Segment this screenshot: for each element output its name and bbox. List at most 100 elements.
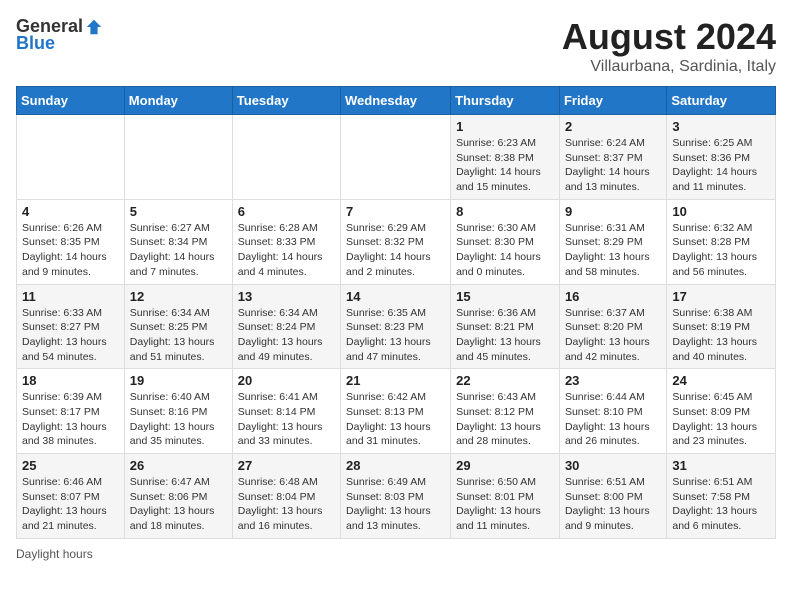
day-info: Sunrise: 6:34 AM Sunset: 8:24 PM Dayligh…	[238, 306, 335, 365]
calendar-cell: 27Sunrise: 6:48 AM Sunset: 8:04 PM Dayli…	[232, 454, 340, 539]
calendar-cell: 22Sunrise: 6:43 AM Sunset: 8:12 PM Dayli…	[451, 369, 560, 454]
day-info: Sunrise: 6:41 AM Sunset: 8:14 PM Dayligh…	[238, 390, 335, 449]
day-info: Sunrise: 6:23 AM Sunset: 8:38 PM Dayligh…	[456, 136, 554, 195]
day-info: Sunrise: 6:40 AM Sunset: 8:16 PM Dayligh…	[130, 390, 227, 449]
calendar-week-row: 1 Sunrise: 6:23 AM Sunset: 8:38 PM Daylig…	[17, 115, 776, 200]
day-info: Sunrise: 6:51 AM Sunset: 8:00 PM Dayligh…	[565, 475, 661, 534]
day-info: Sunrise: 6:28 AM Sunset: 8:33 PM Dayligh…	[238, 221, 335, 280]
day-number: 20	[238, 373, 335, 388]
calendar-cell: 4 Sunrise: 6:26 AM Sunset: 8:35 PM Daylig…	[17, 199, 125, 284]
day-info: Sunrise: 6:25 AM Sunset: 8:36 PM Dayligh…	[672, 136, 770, 195]
logo: General Blue	[16, 16, 103, 54]
day-info: Sunrise: 6:39 AM Sunset: 8:17 PM Dayligh…	[22, 390, 119, 449]
calendar-week-row: 4 Sunrise: 6:26 AM Sunset: 8:35 PM Daylig…	[17, 199, 776, 284]
calendar-week-row: 25Sunrise: 6:46 AM Sunset: 8:07 PM Dayli…	[17, 454, 776, 539]
title-block: August 2024 Villaurbana, Sardinia, Italy	[562, 16, 776, 76]
day-number: 3	[672, 119, 770, 134]
calendar-week-row: 11 Sunrise: 6:33 AM Sunset: 8:27 PM Dayli…	[17, 284, 776, 369]
logo-icon	[85, 18, 103, 36]
day-info: Sunrise: 6:38 AM Sunset: 8:19 PM Dayligh…	[672, 306, 770, 365]
day-of-week-header: Thursday	[451, 87, 560, 115]
day-info: Sunrise: 6:49 AM Sunset: 8:03 PM Dayligh…	[346, 475, 445, 534]
calendar-cell: 13 Sunrise: 6:34 AM Sunset: 8:24 PM Dayli…	[232, 284, 340, 369]
day-of-week-header: Saturday	[667, 87, 776, 115]
day-number: 29	[456, 458, 554, 473]
day-number: 25	[22, 458, 119, 473]
day-of-week-header: Sunday	[17, 87, 125, 115]
calendar-cell: 16 Sunrise: 6:37 AM Sunset: 8:20 PM Dayli…	[559, 284, 666, 369]
calendar-cell: 14 Sunrise: 6:35 AM Sunset: 8:23 PM Dayli…	[341, 284, 451, 369]
calendar-cell: 25Sunrise: 6:46 AM Sunset: 8:07 PM Dayli…	[17, 454, 125, 539]
day-number: 24	[672, 373, 770, 388]
calendar-cell: 5 Sunrise: 6:27 AM Sunset: 8:34 PM Daylig…	[124, 199, 232, 284]
day-number: 10	[672, 204, 770, 219]
day-number: 8	[456, 204, 554, 219]
day-number: 16	[565, 289, 661, 304]
calendar-cell: 12Sunrise: 6:34 AM Sunset: 8:25 PM Dayli…	[124, 284, 232, 369]
day-info: Sunrise: 6:36 AM Sunset: 8:21 PM Dayligh…	[456, 306, 554, 365]
calendar-cell: 3 Sunrise: 6:25 AM Sunset: 8:36 PM Daylig…	[667, 115, 776, 200]
calendar-cell: 31Sunrise: 6:51 AM Sunset: 7:58 PM Dayli…	[667, 454, 776, 539]
calendar-cell: 8 Sunrise: 6:30 AM Sunset: 8:30 PM Daylig…	[451, 199, 560, 284]
day-of-week-header: Monday	[124, 87, 232, 115]
day-info: Sunrise: 6:42 AM Sunset: 8:13 PM Dayligh…	[346, 390, 445, 449]
day-number: 5	[130, 204, 227, 219]
calendar-cell	[341, 115, 451, 200]
day-number: 17	[672, 289, 770, 304]
calendar-body: 1 Sunrise: 6:23 AM Sunset: 8:38 PM Daylig…	[17, 115, 776, 539]
day-number: 28	[346, 458, 445, 473]
day-info: Sunrise: 6:37 AM Sunset: 8:20 PM Dayligh…	[565, 306, 661, 365]
day-number: 19	[130, 373, 227, 388]
subtitle: Villaurbana, Sardinia, Italy	[562, 58, 776, 76]
calendar-cell: 6 Sunrise: 6:28 AM Sunset: 8:33 PM Daylig…	[232, 199, 340, 284]
day-number: 1	[456, 119, 554, 134]
day-info: Sunrise: 6:27 AM Sunset: 8:34 PM Dayligh…	[130, 221, 227, 280]
day-number: 21	[346, 373, 445, 388]
day-info: Sunrise: 6:48 AM Sunset: 8:04 PM Dayligh…	[238, 475, 335, 534]
day-number: 6	[238, 204, 335, 219]
calendar-cell: 30Sunrise: 6:51 AM Sunset: 8:00 PM Dayli…	[559, 454, 666, 539]
day-number: 31	[672, 458, 770, 473]
day-info: Sunrise: 6:43 AM Sunset: 8:12 PM Dayligh…	[456, 390, 554, 449]
day-number: 14	[346, 289, 445, 304]
calendar-header: SundayMondayTuesdayWednesdayThursdayFrid…	[17, 87, 776, 115]
calendar-cell: 17 Sunrise: 6:38 AM Sunset: 8:19 PM Dayli…	[667, 284, 776, 369]
calendar-cell	[232, 115, 340, 200]
calendar-cell: 20 Sunrise: 6:41 AM Sunset: 8:14 PM Dayli…	[232, 369, 340, 454]
day-info: Sunrise: 6:24 AM Sunset: 8:37 PM Dayligh…	[565, 136, 661, 195]
day-of-week-header: Friday	[559, 87, 666, 115]
day-number: 11	[22, 289, 119, 304]
calendar-cell: 18Sunrise: 6:39 AM Sunset: 8:17 PM Dayli…	[17, 369, 125, 454]
day-number: 12	[130, 289, 227, 304]
day-info: Sunrise: 6:30 AM Sunset: 8:30 PM Dayligh…	[456, 221, 554, 280]
calendar-cell: 15Sunrise: 6:36 AM Sunset: 8:21 PM Dayli…	[451, 284, 560, 369]
calendar-cell	[17, 115, 125, 200]
calendar-cell: 1 Sunrise: 6:23 AM Sunset: 8:38 PM Daylig…	[451, 115, 560, 200]
main-title: August 2024	[562, 16, 776, 58]
calendar-cell: 10 Sunrise: 6:32 AM Sunset: 8:28 PM Dayli…	[667, 199, 776, 284]
calendar-cell: 21 Sunrise: 6:42 AM Sunset: 8:13 PM Dayli…	[341, 369, 451, 454]
day-of-week-header: Tuesday	[232, 87, 340, 115]
day-info: Sunrise: 6:32 AM Sunset: 8:28 PM Dayligh…	[672, 221, 770, 280]
calendar-cell: 7Sunrise: 6:29 AM Sunset: 8:32 PM Daylig…	[341, 199, 451, 284]
logo-blue: Blue	[16, 33, 55, 54]
footer: Daylight hours	[16, 547, 776, 561]
calendar-cell: 28 Sunrise: 6:49 AM Sunset: 8:03 PM Dayli…	[341, 454, 451, 539]
calendar-cell: 26Sunrise: 6:47 AM Sunset: 8:06 PM Dayli…	[124, 454, 232, 539]
day-number: 13	[238, 289, 335, 304]
calendar-table: SundayMondayTuesdayWednesdayThursdayFrid…	[16, 86, 776, 539]
day-of-week-header: Wednesday	[341, 87, 451, 115]
day-info: Sunrise: 6:26 AM Sunset: 8:35 PM Dayligh…	[22, 221, 119, 280]
calendar-cell: 11 Sunrise: 6:33 AM Sunset: 8:27 PM Dayli…	[17, 284, 125, 369]
day-info: Sunrise: 6:50 AM Sunset: 8:01 PM Dayligh…	[456, 475, 554, 534]
day-number: 26	[130, 458, 227, 473]
calendar-cell	[124, 115, 232, 200]
day-number: 23	[565, 373, 661, 388]
calendar-week-row: 18Sunrise: 6:39 AM Sunset: 8:17 PM Dayli…	[17, 369, 776, 454]
day-info: Sunrise: 6:35 AM Sunset: 8:23 PM Dayligh…	[346, 306, 445, 365]
calendar-cell: 9Sunrise: 6:31 AM Sunset: 8:29 PM Daylig…	[559, 199, 666, 284]
day-info: Sunrise: 6:33 AM Sunset: 8:27 PM Dayligh…	[22, 306, 119, 365]
calendar-cell: 29 Sunrise: 6:50 AM Sunset: 8:01 PM Dayli…	[451, 454, 560, 539]
page-header: General Blue August 2024 Villaurbana, Sa…	[16, 16, 776, 76]
day-number: 4	[22, 204, 119, 219]
